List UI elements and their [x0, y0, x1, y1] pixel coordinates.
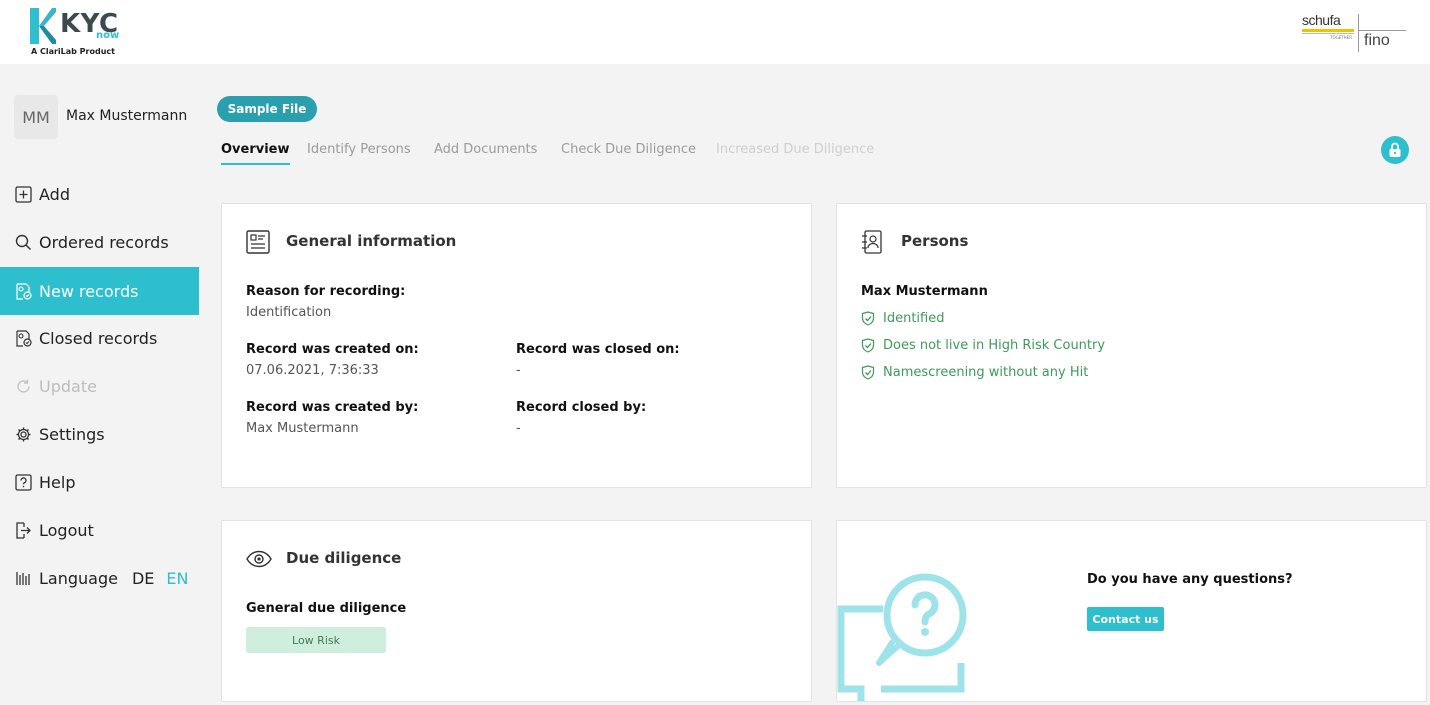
persons-card: Persons Max Mustermann Identified Does n… — [836, 203, 1427, 488]
shield-check-icon — [861, 338, 875, 353]
language-en-option[interactable]: EN — [166, 569, 188, 588]
sidebar-item-label: Help — [39, 472, 76, 492]
created-by-label: Record was created by: — [246, 400, 419, 415]
sidebar-item-label: New records — [39, 281, 139, 301]
contact-card-icon — [862, 230, 882, 254]
logo-tagline: A ClariLab Product — [31, 47, 115, 56]
chat-question-icon — [837, 573, 967, 701]
persons-title: Persons — [901, 232, 969, 250]
shield-check-icon — [861, 311, 875, 326]
tab-identify-persons[interactable]: Identify Persons — [307, 142, 411, 157]
new-records-icon — [14, 282, 32, 300]
partner-fino-text: fino — [1364, 32, 1390, 49]
risk-badge: Low Risk — [246, 627, 386, 653]
partner-hline — [1358, 30, 1406, 31]
help-icon — [14, 473, 32, 491]
sidebar-item-label: Ordered records — [39, 232, 169, 252]
check-identified: Identified — [861, 311, 944, 326]
sidebar-item-logout[interactable]: Logout — [0, 506, 199, 554]
general-due-diligence-label: General due diligence — [246, 601, 407, 616]
sidebar-item-help[interactable]: Help — [0, 458, 199, 506]
closed-by-label: Record closed by: — [516, 400, 647, 415]
gear-icon — [14, 425, 32, 443]
partner-divider — [1358, 14, 1359, 52]
eye-icon — [246, 550, 272, 568]
search-icon — [14, 233, 32, 251]
closed-by-value: - — [516, 421, 521, 436]
person-name[interactable]: Max Mustermann — [861, 284, 988, 299]
tab-check-due-diligence[interactable]: Check Due Diligence — [561, 142, 696, 157]
check-label: Identified — [883, 311, 945, 326]
check-label: Namescreening without any Hit — [883, 365, 1089, 380]
avatar: MM — [14, 95, 58, 139]
closed-on-value: - — [516, 363, 521, 378]
sidebar-item-label: Settings — [39, 424, 105, 444]
language-de-option[interactable]: DE — [132, 569, 154, 588]
partner-stripe-line — [1302, 33, 1354, 34]
document-list-icon — [246, 230, 270, 254]
tab-increased-due-diligence: Increased Due Diligence — [716, 142, 875, 157]
lock-icon — [1389, 142, 1401, 157]
created-on-value: 07.06.2021, 7:36:33 — [246, 363, 379, 378]
created-by-value: Max Mustermann — [246, 421, 359, 436]
partner-together-text: TOGETHER — [1330, 35, 1352, 40]
refresh-icon — [14, 377, 32, 395]
questions-title: Do you have any questions? — [1087, 572, 1293, 587]
closed-on-label: Record was closed on: — [516, 342, 680, 357]
sidebar-item-update: Update — [0, 362, 199, 410]
created-on-label: Record was created on: — [246, 342, 419, 357]
language-label: Language — [39, 568, 118, 588]
due-diligence-title: Due diligence — [286, 549, 402, 567]
sidebar-item-new-records[interactable]: New records — [0, 267, 199, 315]
partner-logo: schufa TOGETHER fino — [1302, 10, 1408, 54]
contact-us-button[interactable]: Contact us — [1087, 607, 1164, 631]
sidebar-item-label: Update — [39, 376, 97, 396]
closed-records-icon — [14, 329, 32, 347]
sidebar-item-add[interactable]: Add — [0, 170, 199, 218]
kyc-now-logo[interactable]: KYC now A ClariLab Product — [30, 8, 130, 58]
general-info-card: General information Reason for recording… — [221, 203, 812, 488]
partner-schufa-text: schufa — [1302, 12, 1341, 28]
reason-label: Reason for recording: — [246, 284, 406, 299]
top-header: KYC now A ClariLab Product schufa TOGETH… — [0, 0, 1430, 64]
tab-add-documents[interactable]: Add Documents — [434, 142, 537, 157]
sidebar: MM Max Mustermann Add Ordered records Ne… — [0, 64, 199, 705]
reason-value: Identification — [246, 305, 332, 320]
due-diligence-card: Due diligence General due diligence Low … — [221, 520, 812, 702]
logo-subtext: now — [96, 30, 120, 41]
language-icon — [14, 569, 32, 587]
shield-check-icon — [861, 365, 875, 380]
sidebar-item-language: Language DE EN — [0, 554, 199, 602]
user-name: Max Mustermann — [66, 108, 188, 124]
sample-file-badge[interactable]: Sample File — [217, 96, 317, 122]
kyc-logo-mark-icon — [30, 8, 56, 44]
check-namescreening: Namescreening without any Hit — [861, 365, 1088, 380]
sidebar-item-label: Logout — [39, 520, 94, 540]
sidebar-item-label: Closed records — [39, 328, 158, 348]
add-icon — [14, 185, 32, 203]
check-label: Does not live in High Risk Country — [883, 338, 1106, 353]
sidebar-item-label: Add — [39, 184, 70, 204]
tab-overview[interactable]: Overview — [221, 142, 290, 165]
sidebar-item-closed-records[interactable]: Closed records — [0, 314, 199, 362]
questions-card: Do you have any questions? Contact us — [836, 520, 1427, 702]
general-info-title: General information — [286, 232, 457, 250]
check-high-risk-country: Does not live in High Risk Country — [861, 338, 1105, 353]
lock-button[interactable] — [1381, 136, 1409, 164]
user-profile[interactable]: MM Max Mustermann — [14, 95, 194, 139]
logout-icon — [14, 521, 32, 539]
sidebar-item-ordered-records[interactable]: Ordered records — [0, 218, 199, 266]
sidebar-item-settings[interactable]: Settings — [0, 410, 199, 458]
partner-stripe — [1302, 29, 1354, 32]
